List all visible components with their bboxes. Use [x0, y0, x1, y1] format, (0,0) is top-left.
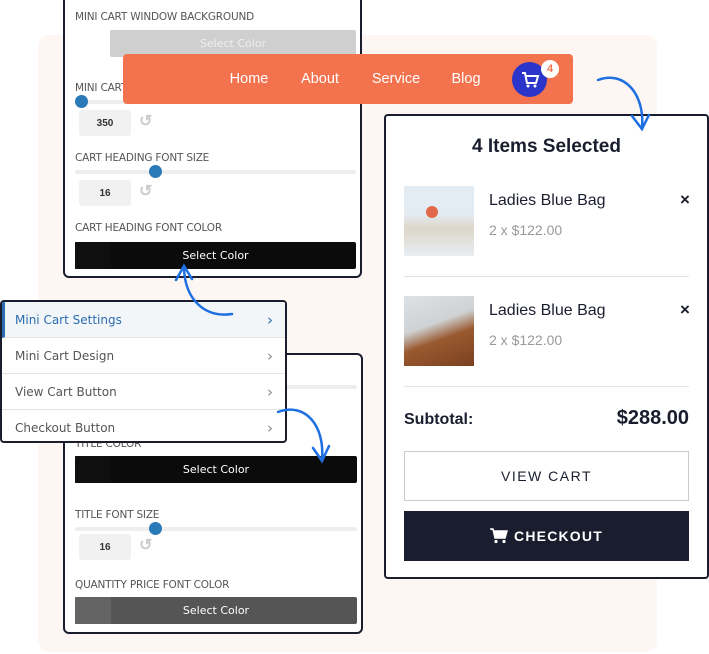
annotation-arrows — [174, 76, 651, 464]
arrow-head-icon — [630, 113, 651, 132]
arrow-icon — [182, 266, 234, 316]
